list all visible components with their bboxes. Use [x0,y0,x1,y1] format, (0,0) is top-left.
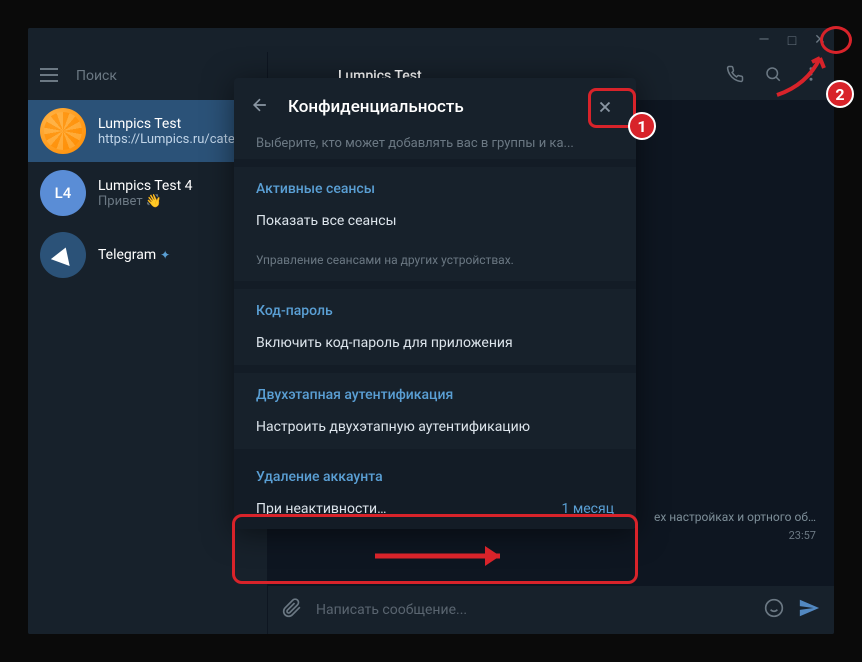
emoji-icon[interactable] [764,598,784,622]
avatar: L4 [40,170,86,216]
minimize-button[interactable]: — [754,30,774,50]
section-title: Двухэтапная аутентификация [256,387,614,403]
message-fragment: ех настройках и ортного об… [654,509,816,526]
chat-text: Lumpics Test https://Lumpics.ru/cate... [98,116,245,147]
telegram-icon [51,244,75,266]
chat-header-actions [726,65,820,87]
search-icon[interactable] [764,65,782,87]
section-two-factor: Двухэтапная аутентификация Настроить дву… [234,365,636,449]
section-title: Активные сеансы [256,181,614,197]
chat-title: Lumpics Test 4 [98,178,193,194]
settings-description: Выберите, кто может добавлять вас в груп… [234,136,636,159]
composer-input[interactable]: Написать сообщение... [316,602,750,618]
chat-item-telegram[interactable]: Telegram ✦ [28,224,267,286]
avatar [40,108,86,154]
chat-title-text: Telegram [98,247,156,263]
privacy-settings-panel: Конфиденциальность Выберите, кто может д… [234,78,636,529]
window-titlebar: — □ ✕ [28,28,834,52]
setup-2fa-item[interactable]: Настроить двухэтапную аутентификацию [256,419,614,435]
inactivity-value[interactable]: 1 месяц [562,501,614,517]
search-input[interactable]: Поиск [76,68,255,84]
section-active-sessions: Активные сеансы Показать все сеансы [234,159,636,243]
call-icon[interactable] [726,65,744,87]
back-icon[interactable] [250,95,270,119]
menu-icon[interactable] [40,67,58,86]
chat-item-lumpics-test[interactable]: Lumpics Test https://Lumpics.ru/cate... [28,100,267,162]
show-all-sessions-item[interactable]: Показать все сеансы [256,213,614,229]
sidebar-top: Поиск [28,52,267,100]
maximize-button[interactable]: □ [782,30,802,50]
sessions-hint: Управление сеансами на других устройства… [234,243,636,281]
inactivity-row[interactable]: При неактивности… 1 месяц [256,501,614,517]
avatar [40,232,86,278]
close-icon[interactable] [590,92,620,122]
chat-subtitle: Привет 👋 [98,194,193,209]
section-account-deletion: Удаление аккаунта При неактивности… 1 ме… [234,449,636,529]
chat-subtitle: https://Lumpics.ru/cate... [98,132,245,147]
sidebar: Поиск Lumpics Test https://Lumpics.ru/ca… [28,52,268,634]
settings-title: Конфиденциальность [288,97,572,117]
message-composer: Написать сообщение... [268,586,834,634]
settings-header: Конфиденциальность [234,78,636,136]
chat-title: Lumpics Test [98,116,245,132]
section-passcode: Код-пароль Включить код-пароль для прило… [234,281,636,365]
more-icon[interactable] [802,65,820,87]
section-title: Код-пароль [256,303,614,319]
inactivity-label: При неактивности… [256,501,386,517]
chat-text: Lumpics Test 4 Привет 👋 [98,178,193,209]
window-close-button[interactable]: ✕ [810,30,830,50]
enable-passcode-item[interactable]: Включить код-пароль для приложения [256,335,614,351]
verified-icon: ✦ [160,248,170,262]
attach-icon[interactable] [282,598,302,622]
message-time: 23:57 [789,529,816,542]
section-title: Удаление аккаунта [256,469,614,485]
chat-title: Telegram ✦ [98,247,170,263]
send-icon[interactable] [798,597,820,623]
chat-text: Telegram ✦ [98,247,170,263]
chat-item-lumpics-test-4[interactable]: L4 Lumpics Test 4 Привет 👋 [28,162,267,224]
